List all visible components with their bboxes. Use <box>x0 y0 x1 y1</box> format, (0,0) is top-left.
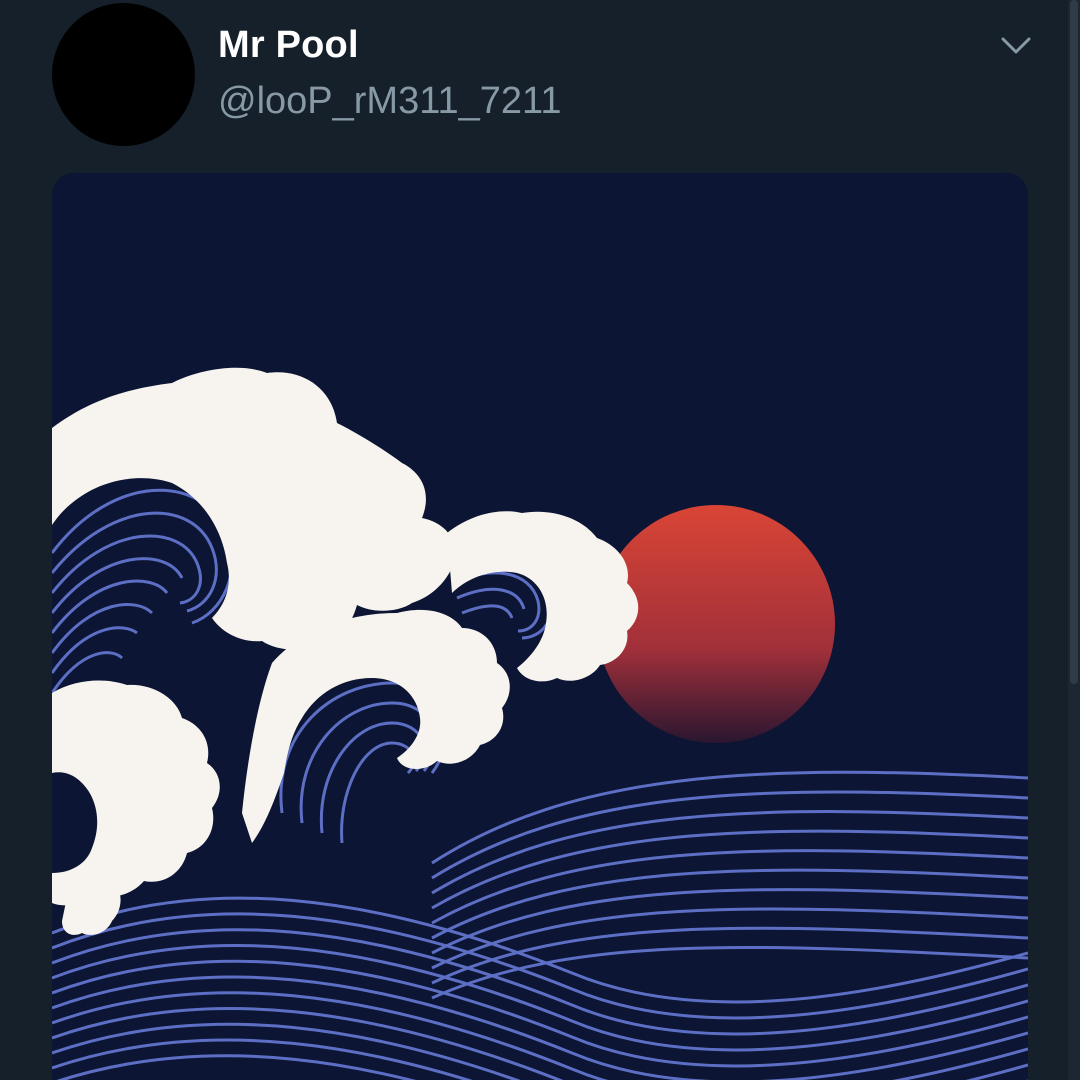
tweet: Mr Pool @looP_rM311_7211 <box>0 0 1080 1080</box>
scrollbar-thumb[interactable] <box>1070 0 1078 684</box>
author-display-name[interactable]: Mr Pool <box>218 24 359 67</box>
more-options-button[interactable] <box>996 30 1036 66</box>
tweet-media-image[interactable] <box>52 173 1028 1080</box>
avatar[interactable] <box>52 3 195 146</box>
author-handle[interactable]: @looP_rM311_7211 <box>218 80 562 123</box>
chevron-down-icon <box>1001 37 1031 60</box>
scrollbar[interactable] <box>1068 0 1080 1080</box>
